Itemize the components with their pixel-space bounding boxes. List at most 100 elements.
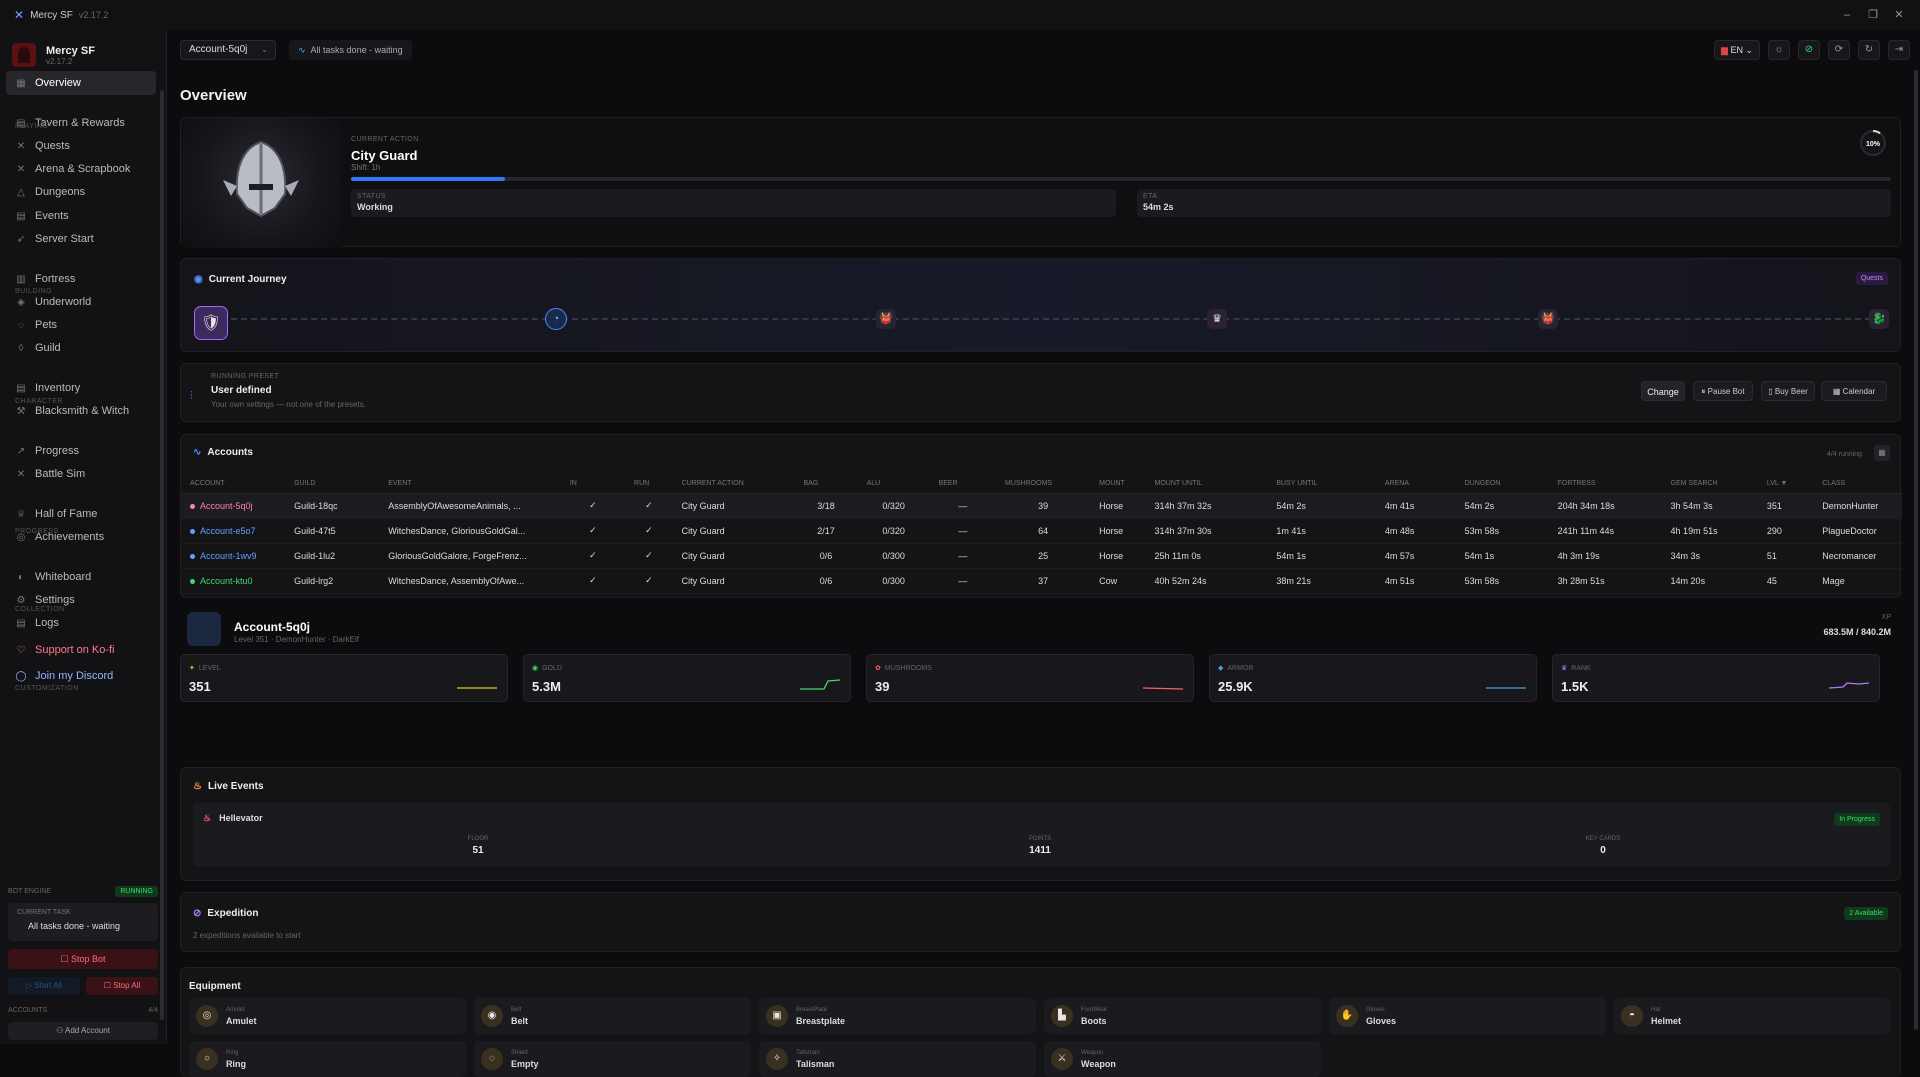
accounts-toggle[interactable]: ACCOUNTS 4/4: [8, 1007, 158, 1014]
column-header[interactable]: LVL ▼: [1757, 475, 1814, 494]
journey-node[interactable]: ♛: [1207, 309, 1227, 329]
add-account-button[interactable]: ⚇ Add Account: [8, 1022, 158, 1040]
journey-node[interactable]: 🐉: [1869, 309, 1889, 329]
table-cell: 39: [996, 493, 1091, 519]
equipment-slot[interactable]: ◓ Hat Helmet: [1614, 998, 1891, 1034]
table-row[interactable]: Account-1wv9 Guild-1lu2 GloriousGoldGalore…: [181, 543, 1902, 569]
start-all-button[interactable]: ▷ Start All: [8, 977, 80, 995]
calendar-button[interactable]: ▦ Calendar: [1821, 381, 1887, 401]
stat-card[interactable]: ◉ GOLD 5.3M: [523, 654, 851, 702]
column-header[interactable]: MOUNT UNTIL: [1145, 475, 1268, 494]
sidebar-item[interactable]: ♡ Support on Ko-fi: [6, 638, 156, 662]
equipment-slot[interactable]: ▙ FootWear Boots: [1044, 998, 1321, 1034]
minimize-button[interactable]: –: [1834, 0, 1860, 30]
equipment-slot[interactable]: ✋ Gloves Gloves: [1329, 998, 1606, 1034]
column-header[interactable]: BAG: [794, 475, 858, 494]
equipment-slot[interactable]: ⚔ Weapon Weapon: [1044, 1041, 1321, 1077]
sidebar-item[interactable]: ✕ Quests: [6, 134, 156, 158]
window-title: Mercy SF: [30, 9, 73, 21]
sidebar-item[interactable]: ▤ Logs: [6, 611, 156, 635]
logout-button[interactable]: ⇥: [1888, 40, 1910, 60]
column-header[interactable]: RUN: [625, 475, 673, 494]
sidebar-item[interactable]: △ Dungeons: [6, 180, 156, 204]
main-scrollbar[interactable]: [1914, 70, 1918, 1030]
theme-toggle-button[interactable]: ☼: [1768, 40, 1790, 60]
table-row[interactable]: Account-e5o7 Guild-47t5 WitchesDance, Glor…: [181, 518, 1902, 544]
table-cell: ✓: [625, 568, 673, 594]
journey-node[interactable]: ◔: [545, 308, 567, 330]
sidebar-item[interactable]: ◐ Whiteboard: [6, 565, 156, 589]
column-header[interactable]: CLASS: [1813, 475, 1902, 494]
close-button[interactable]: ✕: [1886, 0, 1912, 30]
account-link[interactable]: Account-e5o7: [200, 526, 256, 536]
stat-card[interactable]: ◆ ARMOR 25.9K: [1209, 654, 1537, 702]
column-header[interactable]: MUSHROOMS: [996, 475, 1091, 494]
column-header[interactable]: EVENT: [379, 475, 561, 494]
column-header[interactable]: MOUNT: [1090, 475, 1146, 494]
table-row[interactable]: Account-ktu0 Guild-lrg2 WitchesDance, Asse…: [181, 568, 1902, 594]
equipment-slot[interactable]: ▣ BreastPlate Breastplate: [759, 998, 1036, 1034]
stat-card[interactable]: ✦ LEVEL 351: [180, 654, 508, 702]
equipment-icon: ○: [196, 1048, 218, 1070]
sidebar-item[interactable]: ▤ Inventory: [6, 376, 156, 400]
column-header[interactable]: BUSY UNTIL: [1267, 475, 1376, 494]
grid-view-button[interactable]: ▦: [1874, 445, 1890, 461]
equipment-slot[interactable]: ✧ Talisman Talisman: [759, 1041, 1036, 1077]
event-hellevator[interactable]: ♨ Hellevator In Progress FLOOR 51 POINTS 14…: [193, 803, 1890, 867]
table-cell: 38m 21s: [1267, 568, 1376, 594]
sidebar-item[interactable]: ✕ Arena & Scrapbook: [6, 157, 156, 181]
equipment-slot[interactable]: ○ Ring Ring: [189, 1041, 466, 1077]
visibility-toggle-button[interactable]: ⊘: [1798, 40, 1820, 60]
sidebar-item[interactable]: ➶ Server Start: [6, 227, 156, 251]
sidebar-item-label: Tavern & Rewards: [35, 117, 125, 129]
column-header[interactable]: ALU: [857, 475, 930, 494]
column-header[interactable]: BEER: [929, 475, 997, 494]
sidebar-item[interactable]: ✕ Battle Sim: [6, 462, 156, 486]
column-header[interactable]: CURRENT ACTION: [672, 475, 795, 494]
language-selector[interactable]: ▆ EN ⌄: [1714, 40, 1760, 60]
journey-node[interactable]: 👹: [876, 309, 896, 329]
stop-all-label: Stop All: [113, 981, 141, 990]
column-header[interactable]: GEM SEARCH: [1661, 475, 1758, 494]
change-preset-button[interactable]: Change: [1641, 381, 1685, 401]
column-header[interactable]: IN: [560, 475, 626, 494]
sidebar-item[interactable]: ▦ Overview: [6, 71, 156, 95]
column-header[interactable]: ACCOUNT: [181, 475, 286, 494]
pause-bot-button[interactable]: ⏸ Pause Bot: [1693, 381, 1753, 401]
equipment-slot-label: FootWear: [1081, 1007, 1108, 1013]
buy-beer-button[interactable]: ▯ Buy Beer: [1761, 381, 1815, 401]
swords-icon: ✕: [16, 140, 26, 152]
sidebar-item[interactable]: ↗ Progress: [6, 439, 156, 463]
sidebar-item[interactable]: ▤ Events: [6, 204, 156, 228]
table-row[interactable]: Account-5q0j Guild-18qc AssemblyOfAwesomeA…: [181, 493, 1902, 519]
section-character: CHARACTER: [15, 398, 64, 405]
maximize-button[interactable]: ❐: [1860, 0, 1886, 30]
equipment-slot[interactable]: ◌ Shield Empty: [474, 1041, 751, 1077]
stat-card[interactable]: ✿ MUSHROOMS 39: [866, 654, 1194, 702]
account-link[interactable]: Account-ktu0: [200, 576, 253, 586]
hammer-icon: ⚒: [16, 405, 26, 417]
account-selector[interactable]: Account-5q0j ⌄: [180, 40, 276, 60]
sidebar-scrollbar[interactable]: [160, 90, 164, 1020]
journey-node[interactable]: 👹: [1538, 309, 1558, 329]
account-link[interactable]: Account-5q0j: [200, 501, 253, 511]
column-header[interactable]: GUILD: [285, 475, 380, 494]
sidebar-item[interactable]: ◊ Guild: [6, 336, 156, 360]
refresh-button[interactable]: ↻: [1858, 40, 1880, 60]
equipment-slot[interactable]: ◉ Belt Belt: [474, 998, 751, 1034]
sync-button[interactable]: ⟳: [1828, 40, 1850, 60]
stop-all-button[interactable]: ☐ Stop All: [86, 977, 158, 995]
table-cell: City Guard: [672, 518, 795, 544]
journey-node-current[interactable]: 🛡: [194, 306, 228, 340]
sidebar-item[interactable]: ◌ Pets: [6, 313, 156, 337]
sidebar-item[interactable]: ♕ Hall of Fame: [6, 502, 156, 526]
window-version: v2.17.2: [78, 10, 109, 20]
column-header[interactable]: DUNGEON: [1455, 475, 1549, 494]
stop-bot-button[interactable]: ☐ Stop Bot: [8, 949, 158, 969]
table-cell: 3h 28m 51s: [1548, 568, 1662, 594]
column-header[interactable]: FORTRESS: [1548, 475, 1662, 494]
column-header[interactable]: ARENA: [1375, 475, 1456, 494]
account-link[interactable]: Account-1wv9: [200, 551, 257, 561]
stat-card[interactable]: ♛ RANK 1.5K: [1552, 654, 1880, 702]
equipment-slot[interactable]: ◎ Amulet Amulet: [189, 998, 466, 1034]
